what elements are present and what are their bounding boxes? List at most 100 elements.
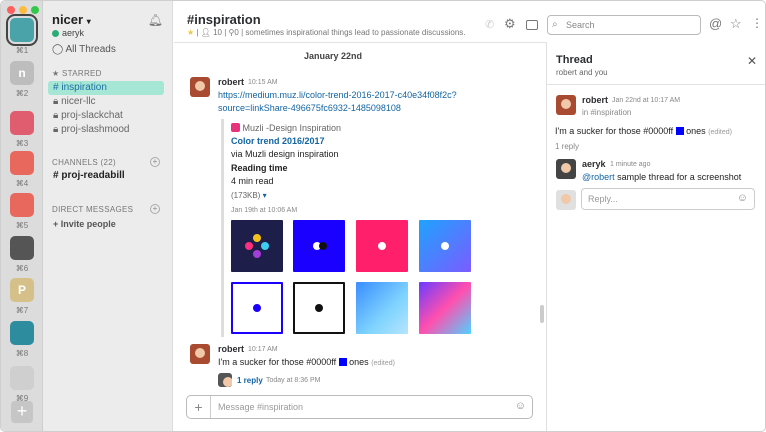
avatar[interactable] xyxy=(556,159,576,179)
image-thumbnail[interactable] xyxy=(419,220,471,272)
preview-title[interactable]: Color trend 2016/2017 xyxy=(231,136,325,146)
channel-label: proj-slackchat xyxy=(61,110,123,121)
team-icon-6[interactable] xyxy=(10,236,34,260)
workspace-name: nicer xyxy=(52,12,84,27)
message-author[interactable]: robert xyxy=(218,77,244,87)
team-icon-9[interactable] xyxy=(10,366,34,390)
message-timestamp[interactable]: 10:15 AM xyxy=(248,79,278,86)
blue-square-emoji xyxy=(675,127,684,135)
channel-label: inspiration xyxy=(61,82,107,93)
image-thumbnail[interactable] xyxy=(231,282,283,334)
search-input[interactable]: ⌕ Search xyxy=(547,15,701,35)
sidebar-item-inspiration[interactable]: # inspiration xyxy=(48,81,164,95)
team-icon-3[interactable] xyxy=(10,111,34,135)
message-text: I'm a sucker for those #0000ff xyxy=(218,357,337,367)
thread-reply-author[interactable]: aeryk xyxy=(582,159,606,169)
caret-down-icon: ▾ xyxy=(262,191,267,200)
team-switcher: ⌘1 n ⌘2 ⌘3 ⌘4 ⌘5 ⌘6 P ⌘7 ⌘8 ⌘9 + xyxy=(1,1,43,431)
image-thumbnail[interactable] xyxy=(356,282,408,334)
user-mention[interactable]: @robert xyxy=(582,172,615,182)
reply-placeholder: Reply... xyxy=(588,194,618,204)
dm-label: DIRECT MESSAGES xyxy=(52,205,134,214)
avatar[interactable] xyxy=(190,344,210,364)
close-window-button[interactable] xyxy=(7,6,15,14)
channels-label: CHANNELS xyxy=(52,158,98,167)
preview-source-text: Muzli -Design Inspiration xyxy=(242,123,342,133)
team-icon-5[interactable] xyxy=(10,193,34,217)
lock-icon: 🔒︎ xyxy=(53,96,59,107)
thread-panel: Thread robert and you ✕ robert Jan 22nd … xyxy=(546,42,765,431)
message-scrollbar[interactable] xyxy=(540,305,544,323)
channel-label: proj-readabill xyxy=(61,170,125,181)
image-thumbnail[interactable] xyxy=(356,220,408,272)
starred-section-header: ★ STARRED xyxy=(52,69,102,78)
add-dm-icon[interactable]: + xyxy=(150,204,160,214)
preview-field-label: Reading time xyxy=(231,163,288,173)
presence-icon xyxy=(52,29,59,37)
bell-icon[interactable]: 🔔︎ xyxy=(148,13,163,27)
blue-square-emoji xyxy=(338,358,347,366)
star-outline-icon[interactable]: ☆ xyxy=(730,16,742,32)
current-user-name: aeryk xyxy=(62,28,85,38)
thread-reply-text: sample thread for a screenshot xyxy=(617,172,742,182)
zoom-window-button[interactable] xyxy=(31,6,39,14)
preview-size-toggle[interactable]: (173KB) ▾ xyxy=(231,191,267,200)
reply-input[interactable]: Reply... ☺ xyxy=(581,188,755,210)
dm-section-header[interactable]: DIRECT MESSAGES xyxy=(52,205,133,214)
message-timestamp[interactable]: 10:17 AM xyxy=(248,346,278,353)
sidebar-item-proj-readabill[interactable]: # proj-readabill xyxy=(48,169,164,183)
message-link[interactable]: https://medium.muz.li/color-trend-2016-2… xyxy=(218,90,457,100)
team-icon-1[interactable] xyxy=(6,14,38,46)
channels-section-header[interactable]: CHANNELS (22) xyxy=(52,158,116,167)
workspace-menu[interactable]: nicer ▾ xyxy=(52,12,91,27)
emoji-icon[interactable]: ☺ xyxy=(737,192,748,204)
message-composer[interactable]: + Message #inspiration ☺ xyxy=(186,395,533,419)
message-author[interactable]: robert xyxy=(218,344,244,354)
image-thumbnail[interactable] xyxy=(419,282,471,334)
search-icon: ⌕ xyxy=(552,19,558,30)
team-icon-2[interactable]: n xyxy=(10,61,34,85)
more-icon[interactable]: ⋮ xyxy=(751,16,763,30)
message-text-cont: ones xyxy=(349,357,369,367)
avatar xyxy=(556,190,576,210)
thread-parent-author[interactable]: robert xyxy=(582,95,608,105)
thread-reply-body: @robert sample thread for a screenshot xyxy=(582,172,741,182)
thread-parent-time[interactable]: Jan 22nd at 10:17 AM xyxy=(612,97,680,104)
team-shortcut: ⌘6 xyxy=(15,264,29,273)
team-icon-7[interactable]: P xyxy=(10,278,34,302)
thread-parent-text-cont: ones xyxy=(686,126,706,136)
edited-label: (edited) xyxy=(371,360,395,367)
message-link-cont[interactable]: source=linkShare-496675fc6932-1485098108 xyxy=(218,103,401,113)
image-thumbnail[interactable] xyxy=(293,282,345,334)
thread-reply-time[interactable]: 1 minute ago xyxy=(610,161,650,168)
message-pane: January 22nd robert 10:15 AM https://med… xyxy=(174,1,546,431)
add-team-button[interactable]: + xyxy=(11,401,33,423)
team-shortcut: ⌘1 xyxy=(15,46,29,55)
add-channel-icon[interactable]: + xyxy=(150,157,160,167)
emoji-icon[interactable]: ☺ xyxy=(515,400,526,412)
all-threads-link[interactable]: ◯ All Threads xyxy=(52,44,116,55)
reply-count-link[interactable]: 1 reply xyxy=(237,376,263,385)
mentions-icon[interactable]: @ xyxy=(709,16,722,31)
thread-parent-text: I'm a sucker for those #0000ff xyxy=(555,126,674,136)
thread-subtitle: robert and you xyxy=(556,68,608,77)
team-shortcut: ⌘3 xyxy=(15,139,29,148)
team-icon-8[interactable] xyxy=(10,321,34,345)
avatar[interactable] xyxy=(190,77,210,97)
channel-sidebar: nicer ▾ aeryk 🔔︎ ◯ All Threads ★ STARRED… xyxy=(43,1,173,431)
invite-people-link[interactable]: + Invite people xyxy=(48,217,164,231)
close-icon[interactable]: ✕ xyxy=(747,54,757,68)
sidebar-item-nicer-llc[interactable]: 🔒︎ nicer-llc xyxy=(48,95,164,109)
sidebar-item-proj-slashmood[interactable]: 🔒︎ proj-slashmood xyxy=(48,123,164,137)
sidebar-item-proj-slackchat[interactable]: 🔒︎ proj-slackchat xyxy=(48,109,164,123)
image-thumbnail[interactable] xyxy=(293,220,345,272)
edited-label: (edited) xyxy=(708,129,732,136)
channel-label: proj-slashmood xyxy=(61,124,130,135)
thread-reply-count: 1 reply xyxy=(555,142,580,151)
thread-parent-channel[interactable]: in #inspiration xyxy=(582,108,631,117)
plus-icon[interactable]: + xyxy=(187,396,211,418)
minimize-window-button[interactable] xyxy=(19,6,27,14)
image-thumbnail[interactable] xyxy=(231,220,283,272)
team-icon-4[interactable] xyxy=(10,151,34,175)
avatar[interactable] xyxy=(556,95,576,115)
